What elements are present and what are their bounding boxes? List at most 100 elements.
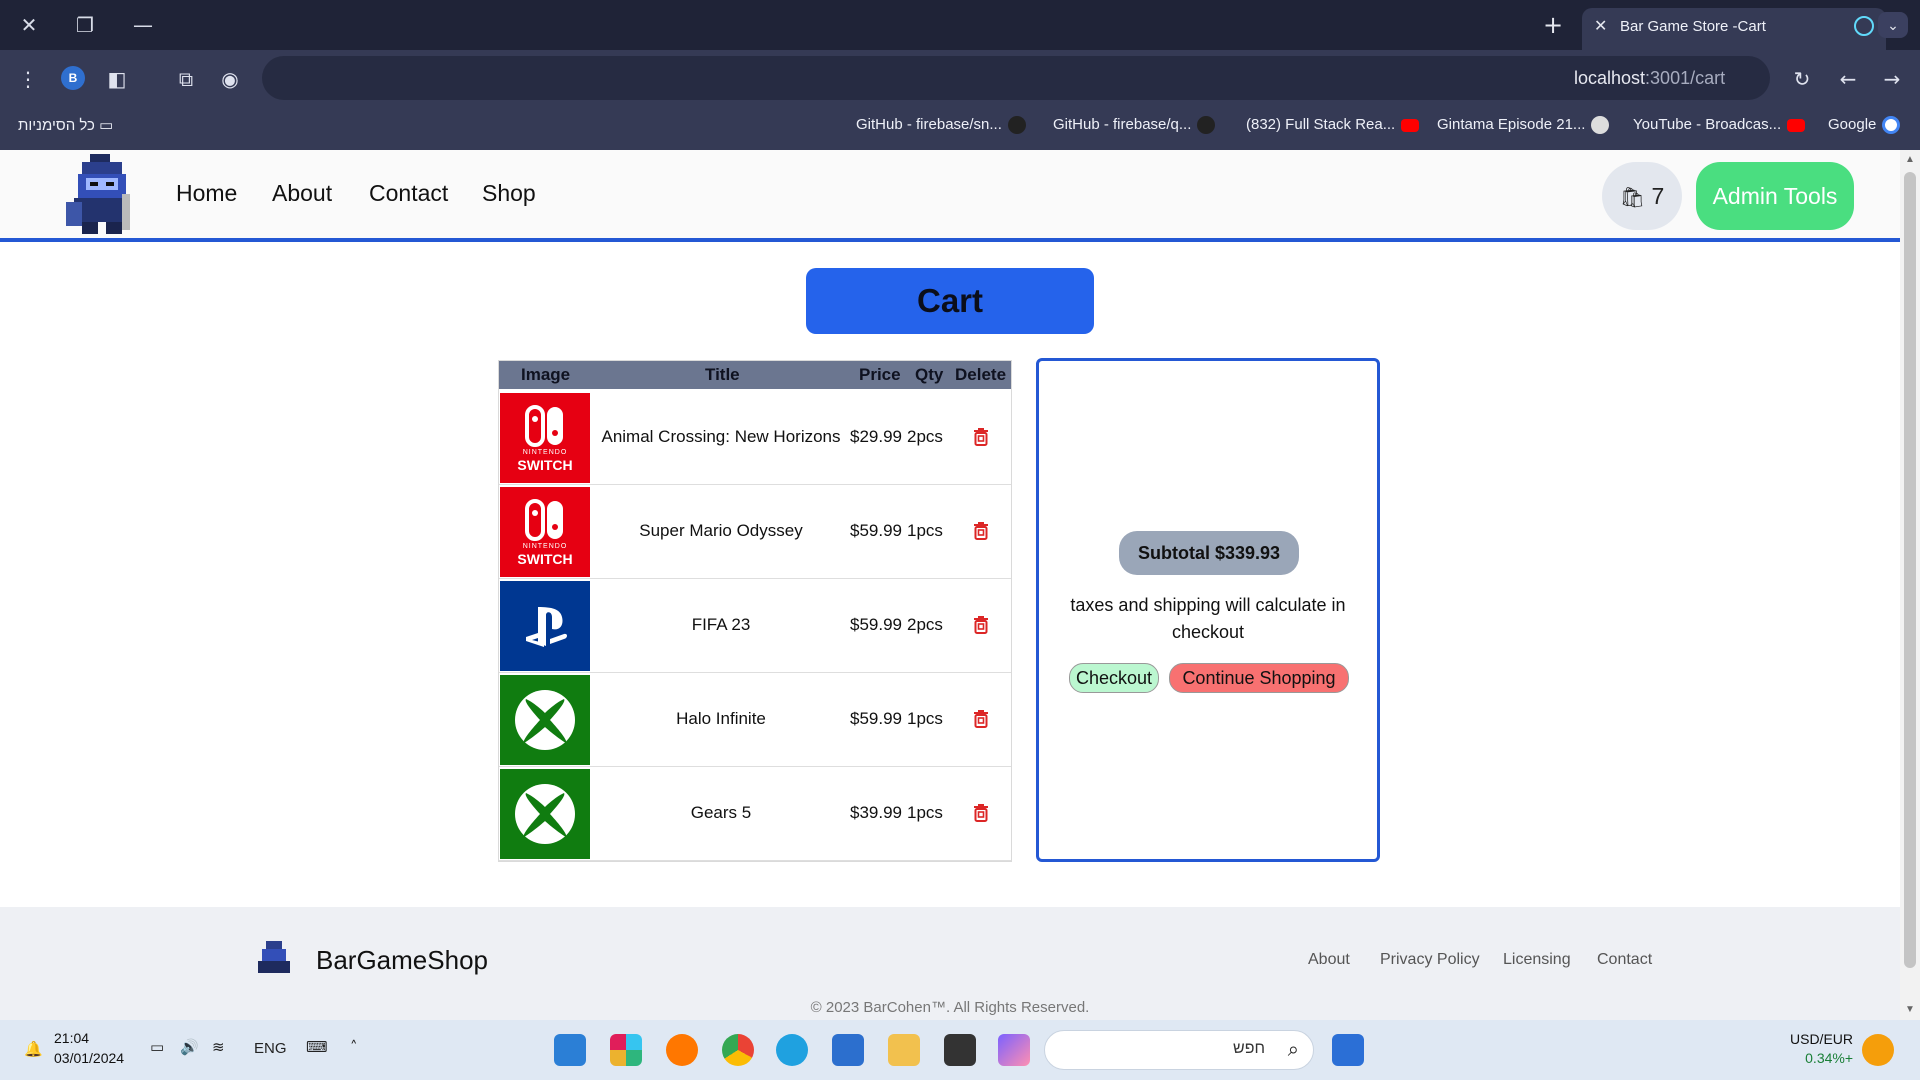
item-title: Super Mario Odyssey bbox=[639, 521, 803, 540]
file-explorer-icon[interactable] bbox=[888, 1034, 920, 1066]
nav-home[interactable]: Home bbox=[176, 180, 237, 207]
notification-bell-icon[interactable]: 🔔 bbox=[24, 1040, 43, 1058]
trash-icon[interactable] bbox=[971, 427, 991, 447]
google-icon bbox=[1882, 116, 1901, 135]
address-bar[interactable] bbox=[262, 56, 1770, 100]
subtotal-badge: Subtotal $339.93 bbox=[1119, 531, 1299, 575]
footer-brand[interactable]: BarGameShop bbox=[316, 945, 488, 976]
admin-tools-button[interactable]: Admin Tools bbox=[1696, 162, 1854, 230]
footer-knight-logo-icon[interactable] bbox=[254, 941, 294, 975]
shopping-bag-icon: 🛍 bbox=[1619, 185, 1646, 209]
browser-tab-bar: ✕ ❐ — + ✕ Bar Game Store -Cart ⌄ bbox=[0, 0, 1920, 50]
trash-icon[interactable] bbox=[971, 709, 991, 729]
fx-pair: USD/EUR bbox=[1790, 1031, 1854, 1047]
item-price: $59.99 bbox=[850, 521, 902, 540]
wifi-icon[interactable]: ≋ bbox=[212, 1038, 225, 1056]
page-title: Cart bbox=[806, 268, 1094, 334]
trash-icon[interactable] bbox=[971, 521, 991, 541]
copyright: © 2023 BarCohen™. All Rights Reserved. bbox=[810, 999, 1090, 1016]
bookmark-github-2[interactable]: GitHub - firebase/q... bbox=[1053, 116, 1216, 135]
slack-icon[interactable] bbox=[610, 1034, 642, 1066]
col-delete: Delete bbox=[955, 365, 1007, 384]
sidebar-icon[interactable]: ◧ bbox=[103, 65, 131, 93]
clock-date: 03/01/2024 bbox=[54, 1050, 125, 1066]
keyboard-icon[interactable]: ⌨ bbox=[306, 1038, 328, 1056]
bookmark-youtube-1[interactable]: (832) Full Stack Rea... bbox=[1246, 116, 1420, 133]
copilot-icon[interactable] bbox=[998, 1034, 1030, 1066]
footer-licensing[interactable]: Licensing bbox=[1503, 951, 1571, 969]
table-row: FIFA 23 $59.99 2pcs bbox=[499, 579, 1011, 673]
chrome-icon[interactable] bbox=[722, 1034, 754, 1066]
url-path: :3001/cart bbox=[1645, 68, 1726, 88]
new-tab-icon[interactable]: + bbox=[1543, 10, 1563, 40]
page-scrollbar[interactable]: ▲ ▼ bbox=[1900, 150, 1920, 1020]
bookmark-label: Gintama Episode 21... bbox=[1437, 116, 1586, 133]
forward-icon[interactable]: → bbox=[1878, 65, 1906, 93]
search-icon: ⌕ bbox=[1287, 1037, 1299, 1061]
footer-contact[interactable]: Contact bbox=[1597, 951, 1652, 969]
item-title: Halo Infinite bbox=[676, 709, 766, 728]
bookmark-google[interactable]: Google bbox=[1828, 116, 1901, 135]
menu-kebab-icon[interactable]: ⋮ bbox=[14, 65, 42, 93]
back-icon[interactable]: ← bbox=[1834, 65, 1862, 93]
bookmark-label: YouTube - Broadcas... bbox=[1633, 116, 1782, 133]
tab-title: Bar Game Store -Cart bbox=[1620, 18, 1766, 35]
mail-icon[interactable] bbox=[832, 1034, 864, 1066]
xbox-logo-icon bbox=[500, 769, 590, 859]
tray-chevron-icon[interactable]: ˄ bbox=[350, 1038, 358, 1056]
windows-taskbar: 🔔 21:04 03/01/2024 ▭ 🔊 ≋ ENG ⌨ ˄ חפש ⌕ US… bbox=[0, 1020, 1920, 1080]
soundcloud-icon[interactable] bbox=[666, 1034, 698, 1066]
minimize-window-icon[interactable]: — bbox=[130, 12, 156, 38]
clock[interactable]: 21:04 03/01/2024 bbox=[54, 1028, 124, 1068]
grammarly-icon[interactable]: ◉ bbox=[216, 65, 244, 93]
site-footer: BarGameShop About Privacy Policy Licensi… bbox=[0, 907, 1900, 1020]
battery-icon[interactable]: ▭ bbox=[150, 1038, 164, 1056]
taskbar-search[interactable]: חפש ⌕ bbox=[1044, 1030, 1314, 1070]
checkout-button[interactable]: Checkout bbox=[1069, 663, 1159, 693]
nav-shop[interactable]: Shop bbox=[482, 180, 536, 207]
item-title: Gears 5 bbox=[690, 803, 752, 822]
bookmark-gintama[interactable]: Gintama Episode 21... bbox=[1437, 116, 1610, 135]
item-title: Animal Crossing: New Horizons bbox=[601, 427, 841, 446]
fx-change: 0.34%+ bbox=[1805, 1050, 1854, 1066]
active-tab[interactable]: ✕ Bar Game Store -Cart bbox=[1582, 8, 1886, 50]
all-bookmarks-label: כל הסימניות bbox=[18, 117, 95, 134]
clock-time: 21:04 bbox=[54, 1030, 90, 1046]
url-text[interactable]: localhost:3001/cart bbox=[1574, 68, 1725, 89]
footer-privacy[interactable]: Privacy Policy bbox=[1380, 951, 1480, 969]
currency-widget[interactable]: USD/EUR 0.34%+ bbox=[1790, 1030, 1853, 1068]
continue-shopping-button[interactable]: Continue Shopping bbox=[1169, 663, 1349, 693]
tab-search-chevron-icon[interactable]: ⌄ bbox=[1878, 12, 1908, 38]
reload-icon[interactable]: ↻ bbox=[1788, 65, 1816, 93]
order-summary: Subtotal $339.93 taxes and shipping will… bbox=[1036, 358, 1380, 862]
nintendo-switch-logo-icon: NINTENDO SWITCH bbox=[500, 393, 590, 483]
knight-logo-icon[interactable] bbox=[62, 154, 142, 238]
scroll-up-icon[interactable]: ▲ bbox=[1905, 154, 1915, 165]
extensions-icon[interactable]: ⧉ bbox=[172, 65, 200, 93]
bookmark-youtube-2[interactable]: YouTube - Broadcas... bbox=[1633, 116, 1806, 133]
xbox-logo-icon bbox=[500, 675, 590, 765]
nav-contact[interactable]: Contact bbox=[369, 180, 448, 207]
profile-avatar[interactable]: B bbox=[61, 66, 85, 90]
close-tab-icon[interactable]: ✕ bbox=[1594, 16, 1607, 35]
col-qty: Qty bbox=[915, 365, 944, 384]
nav-about[interactable]: About bbox=[272, 180, 332, 207]
scroll-thumb[interactable] bbox=[1904, 172, 1916, 968]
globe-icon bbox=[1591, 116, 1610, 135]
windows-start-icon[interactable] bbox=[1332, 1034, 1364, 1066]
cart-button[interactable]: 🛍 7 bbox=[1602, 162, 1682, 230]
vscode-icon[interactable] bbox=[554, 1034, 586, 1066]
footer-about[interactable]: About bbox=[1308, 951, 1350, 969]
close-window-icon[interactable]: ✕ bbox=[16, 12, 42, 38]
terminal-icon[interactable] bbox=[944, 1034, 976, 1066]
restore-window-icon[interactable]: ❐ bbox=[72, 12, 98, 38]
bookmark-github-1[interactable]: GitHub - firebase/sn... bbox=[856, 116, 1026, 135]
edge-icon[interactable] bbox=[776, 1034, 808, 1066]
trash-icon[interactable] bbox=[971, 803, 991, 823]
volume-icon[interactable]: 🔊 bbox=[180, 1038, 199, 1056]
language-indicator[interactable]: ENG bbox=[254, 1040, 287, 1057]
trash-icon[interactable] bbox=[971, 615, 991, 635]
all-bookmarks[interactable]: כל הסימניות ▭ bbox=[18, 116, 113, 134]
scroll-down-icon[interactable]: ▼ bbox=[1905, 1004, 1915, 1015]
weather-icon[interactable] bbox=[1862, 1034, 1894, 1066]
